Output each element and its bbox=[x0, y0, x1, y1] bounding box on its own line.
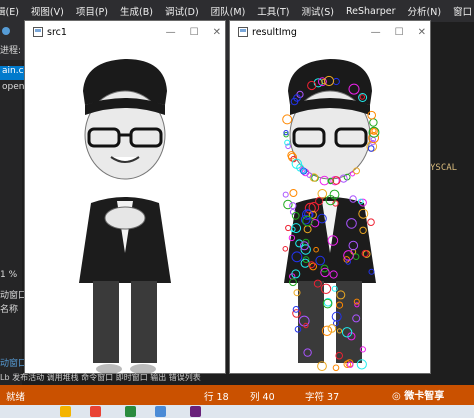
window-icon bbox=[33, 27, 43, 37]
keypoints-figure bbox=[282, 59, 380, 372]
maximize-button[interactable]: ☐ bbox=[190, 27, 199, 38]
menu-debug[interactable]: 调试(D) bbox=[159, 4, 205, 18]
folder-icon[interactable] bbox=[60, 406, 71, 417]
result-image bbox=[230, 43, 430, 373]
keypoint-circle bbox=[367, 110, 376, 120]
minimize-button[interactable]: — bbox=[371, 27, 381, 38]
close-button[interactable]: ✕ bbox=[418, 27, 426, 38]
window-label: 动窗口 bbox=[0, 291, 28, 301]
open-text: open bbox=[2, 82, 25, 92]
bottom-tabs[interactable]: Lb 发布活动 调用堆栈 命令窗口 即时窗口 输出 错误列表 bbox=[0, 372, 201, 383]
chrome-icon[interactable] bbox=[90, 406, 101, 417]
keypoint-circle bbox=[289, 189, 298, 197]
status-char: 字符 37 bbox=[305, 392, 340, 403]
status-ready: 就绪 bbox=[6, 392, 26, 403]
keypoint-circle bbox=[367, 145, 375, 152]
maximize-button[interactable]: ☐ bbox=[395, 27, 404, 38]
menu-resharper[interactable]: ReSharper bbox=[340, 6, 402, 17]
code-text: YSCAL bbox=[430, 163, 458, 173]
menu-edit[interactable]: 辑(E) bbox=[0, 4, 25, 18]
menu-tools[interactable]: 工具(T) bbox=[251, 4, 295, 18]
minimize-button[interactable]: — bbox=[166, 27, 176, 38]
menu-window[interactable]: 窗口 bbox=[447, 4, 474, 18]
status-col: 列 40 bbox=[250, 392, 275, 403]
close-button[interactable]: ✕ bbox=[213, 27, 221, 38]
keypoint-circle bbox=[282, 246, 289, 252]
keypoint-circle bbox=[367, 218, 375, 226]
keypoint-circle bbox=[282, 191, 289, 198]
left-panel: open 1 % 动窗口 名称 动窗口 bbox=[0, 60, 27, 385]
keypoint-circle bbox=[317, 189, 328, 199]
keypoint-circle bbox=[370, 136, 377, 143]
keypoint-circle bbox=[285, 224, 292, 232]
zoom-label: 1 % bbox=[0, 270, 18, 280]
bottom-tab-auto[interactable]: 动窗口 bbox=[0, 356, 27, 369]
menu-team[interactable]: 团队(M) bbox=[205, 4, 252, 18]
src-window: src1 — ☐ ✕ bbox=[24, 20, 226, 374]
keypoint-circle bbox=[371, 128, 377, 134]
watermark-text: 微卡智享 bbox=[404, 391, 445, 402]
cartoon-figure bbox=[79, 59, 171, 374]
keypoint-circle bbox=[369, 118, 378, 127]
settings-icon[interactable] bbox=[155, 406, 166, 417]
watermark: ◎ 微卡智享 bbox=[392, 387, 444, 402]
app-icon[interactable] bbox=[125, 406, 136, 417]
visual-studio-icon[interactable] bbox=[190, 406, 201, 417]
src-title: src1 bbox=[47, 26, 67, 38]
result-title: resultImg bbox=[252, 26, 297, 38]
taskbar bbox=[0, 405, 474, 418]
file-tab[interactable]: ain.cpp bbox=[0, 66, 26, 80]
src-titlebar[interactable]: src1 — ☐ ✕ bbox=[25, 21, 225, 43]
menu-test[interactable]: 测试(S) bbox=[296, 4, 340, 18]
status-line: 行 18 bbox=[204, 392, 229, 403]
keypoint-circle bbox=[317, 361, 327, 372]
keypoint-circle bbox=[353, 167, 360, 175]
keypoint-circle bbox=[332, 364, 340, 372]
menu-bar: 辑(E) 视图(V) 项目(P) 生成(B) 调试(D) 团队(M) 工具(T)… bbox=[0, 0, 474, 22]
menu-view[interactable]: 视图(V) bbox=[25, 4, 70, 18]
window-icon bbox=[238, 27, 248, 37]
process-label: 进程: bbox=[0, 46, 22, 56]
keypoint-circle bbox=[289, 202, 297, 210]
back-icon[interactable] bbox=[2, 27, 10, 35]
menu-build[interactable]: 生成(B) bbox=[114, 4, 159, 18]
menu-analyze[interactable]: 分析(N) bbox=[402, 4, 448, 18]
result-window: resultImg — ☐ ✕ bbox=[229, 20, 431, 374]
keypoint-circle bbox=[282, 114, 293, 125]
wechat-icon: ◎ bbox=[392, 391, 405, 402]
menu-project[interactable]: 项目(P) bbox=[70, 4, 114, 18]
name-label: 名称 bbox=[0, 305, 19, 315]
result-titlebar[interactable]: resultImg — ☐ ✕ bbox=[230, 21, 430, 43]
src-image bbox=[25, 43, 225, 374]
